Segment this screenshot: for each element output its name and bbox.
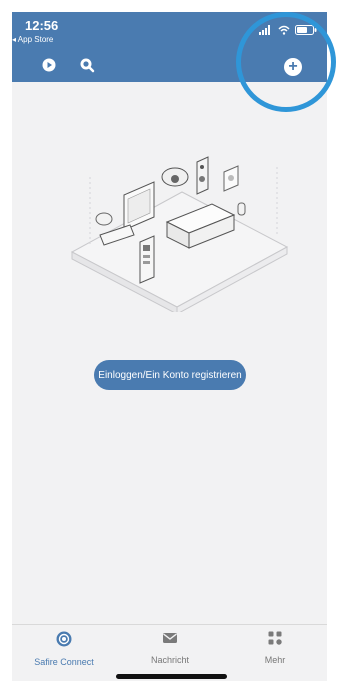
message-icon — [162, 631, 178, 650]
tab-label-mehr: Mehr — [264, 655, 286, 665]
play-history-button[interactable] — [40, 58, 58, 76]
play-history-icon — [41, 57, 57, 78]
login-register-button[interactable]: Einloggen/Ein Konto registrieren — [94, 360, 246, 390]
tab-label-safire-connect: Safire Connect — [34, 657, 94, 667]
more-icon — [268, 631, 282, 650]
back-to-app-store-link[interactable]: ◂ App Store — [12, 35, 53, 44]
app-screen: 12:56 ◂ App Store + Einloggen/Ein Konto … — [12, 12, 327, 681]
tab-label-nachricht: Nachricht — [150, 655, 189, 665]
search-button[interactable] — [78, 58, 96, 76]
tab-nachricht[interactable]: Nachricht — [118, 631, 222, 665]
home-indicator[interactable] — [116, 674, 227, 679]
status-time: 12:56 — [25, 18, 59, 33]
smart-home-devices-illustration — [70, 156, 289, 315]
highlight-circle-annotation — [236, 12, 336, 112]
tab-safire-connect[interactable]: Safire Connect — [12, 631, 116, 667]
login-register-label: Einloggen/Ein Konto registrieren — [98, 369, 242, 381]
search-icon — [79, 57, 95, 78]
safire-connect-icon — [56, 631, 72, 652]
tab-mehr[interactable]: Mehr — [223, 631, 327, 665]
device-illustration — [62, 137, 292, 315]
bottom-tab-bar: Safire Connect Nachricht Mehr — [12, 624, 327, 681]
